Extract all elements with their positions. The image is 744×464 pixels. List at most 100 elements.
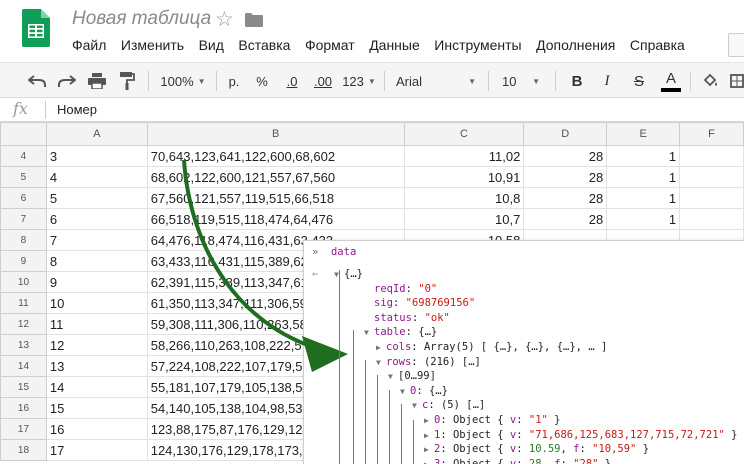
cell-d[interactable]: 28 — [523, 166, 608, 188]
cell-a[interactable]: 9 — [45, 271, 148, 293]
google-sheets-logo-icon[interactable] — [22, 9, 50, 47]
folder-icon[interactable] — [245, 13, 263, 27]
menu-item-4[interactable]: Формат — [305, 37, 355, 53]
cell-a[interactable]: 14 — [45, 376, 148, 398]
cell-c[interactable]: 10,7 — [403, 208, 525, 230]
row-header[interactable]: 15 — [0, 376, 47, 398]
cell-f[interactable] — [679, 187, 744, 209]
cell-c[interactable]: 10,8 — [403, 187, 525, 209]
column-header-d[interactable]: D — [523, 122, 608, 146]
cell-a[interactable]: 10 — [45, 292, 148, 314]
tree-node[interactable]: reqId: "0" — [364, 282, 437, 297]
row-header[interactable]: 17 — [0, 418, 47, 440]
menu-item-2[interactable]: Вид — [199, 37, 224, 53]
column-header-a[interactable]: A — [45, 122, 148, 146]
font-family-select[interactable]: Arial ▼ — [390, 63, 482, 99]
cell-d[interactable]: 28 — [523, 208, 608, 230]
print-icon[interactable] — [86, 63, 108, 99]
cell-a[interactable]: 3 — [45, 145, 148, 167]
currency-format-button[interactable]: р. — [223, 63, 245, 99]
column-header-c[interactable]: C — [403, 122, 525, 146]
tree-node[interactable]: ▶ 2: Object { v: 10.59, f: "10,59" } — [424, 442, 649, 458]
devtools-header[interactable]: » data — [312, 245, 356, 260]
cell-d[interactable]: 28 — [523, 145, 608, 167]
tree-toggle-icon[interactable]: ▼ — [388, 370, 398, 385]
cell-b[interactable]: 68,602,122,600,121,557,67,560 — [146, 166, 405, 188]
tree-node[interactable]: ▶ cols: Array(5) [ {…}, {…}, {…}, … ] — [376, 340, 607, 356]
cell-a[interactable]: 5 — [45, 187, 148, 209]
tree-toggle-icon[interactable]: ▶ — [424, 458, 434, 464]
row-header[interactable]: 16 — [0, 397, 47, 419]
tree-node[interactable]: ▼ c: (5) […] — [412, 398, 485, 414]
cell-e[interactable]: 1 — [606, 208, 681, 230]
row-header[interactable]: 5 — [0, 166, 47, 188]
bold-button[interactable]: B — [566, 63, 588, 99]
increase-decimal-button[interactable]: .00 — [309, 63, 337, 99]
cell-b[interactable]: 70,643,123,641,122,600,68,602 — [146, 145, 405, 167]
more-formats-button[interactable]: 123 ▼ — [339, 63, 379, 99]
select-all-corner[interactable] — [0, 122, 47, 146]
star-icon[interactable]: ☆ — [215, 7, 234, 32]
cell-b[interactable]: 67,560,121,557,119,515,66,518 — [146, 187, 405, 209]
menu-item-0[interactable]: Файл — [72, 37, 106, 53]
menu-item-7[interactable]: Дополнения — [536, 37, 615, 53]
row-header[interactable]: 6 — [0, 187, 47, 209]
row-header[interactable]: 8 — [0, 229, 47, 251]
cell-a[interactable]: 4 — [45, 166, 148, 188]
row-header[interactable]: 4 — [0, 145, 47, 167]
cell-b[interactable]: 66,518,119,515,118,474,64,476 — [146, 208, 405, 230]
row-header[interactable]: 11 — [0, 292, 47, 314]
cell-d[interactable]: 28 — [523, 187, 608, 209]
tree-node[interactable]: sig: "698769156" — [364, 296, 475, 311]
fill-color-icon[interactable] — [700, 63, 722, 99]
cell-a[interactable]: 11 — [45, 313, 148, 335]
row-header[interactable]: 9 — [0, 250, 47, 272]
tree-toggle-icon[interactable]: ▼ — [412, 399, 422, 414]
decrease-decimal-button[interactable]: .0 — [279, 63, 305, 99]
cell-f[interactable] — [679, 208, 744, 230]
cell-e[interactable]: 1 — [606, 166, 681, 188]
italic-button[interactable]: I — [596, 63, 618, 99]
redo-icon[interactable] — [56, 63, 78, 99]
formula-input[interactable]: Номер — [57, 102, 97, 117]
tree-node[interactable]: ▼ 0: {…} — [400, 384, 448, 400]
tree-toggle-icon[interactable]: ▶ — [424, 414, 434, 429]
row-header[interactable]: 13 — [0, 334, 47, 356]
cell-a[interactable]: 7 — [45, 229, 148, 251]
row-header[interactable]: 18 — [0, 439, 47, 461]
borders-icon[interactable] — [730, 63, 744, 99]
tree-toggle-icon[interactable]: ▼ — [376, 356, 386, 371]
row-header[interactable]: 14 — [0, 355, 47, 377]
tree-toggle-icon[interactable]: ▼ — [400, 385, 410, 400]
menu-item-3[interactable]: Вставка — [238, 37, 290, 53]
tree-node[interactable]: ▶ 1: Object { v: "71,686,125,683,127,715,… — [424, 428, 738, 444]
document-title[interactable]: Новая таблица — [72, 8, 211, 30]
tree-toggle-icon[interactable]: ▶ — [376, 341, 386, 356]
devtools-back-icon[interactable]: ← — [312, 267, 318, 282]
cell-a[interactable]: 13 — [45, 355, 148, 377]
tree-node[interactable]: ▼ rows: (216) […] — [376, 355, 481, 371]
cell-a[interactable]: 15 — [45, 397, 148, 419]
tree-node[interactable]: ▼ table: {…} — [364, 325, 437, 341]
column-header-f[interactable]: F — [679, 122, 744, 146]
zoom-select[interactable]: 100% ▼ — [155, 63, 211, 99]
tree-toggle-icon[interactable]: ▼ — [364, 326, 374, 341]
cell-f[interactable] — [679, 166, 744, 188]
menu-item-1[interactable]: Изменить — [121, 37, 184, 53]
tree-toggle-icon[interactable]: ▶ — [424, 443, 434, 458]
menu-item-5[interactable]: Данные — [369, 37, 420, 53]
undo-icon[interactable] — [26, 63, 48, 99]
percent-format-button[interactable]: % — [251, 63, 273, 99]
comments-button[interactable] — [728, 33, 744, 57]
cell-a[interactable]: 6 — [45, 208, 148, 230]
strikethrough-button[interactable]: S — [628, 63, 650, 99]
tree-node[interactable]: ▼ [0…99] — [388, 369, 436, 385]
tree-toggle-icon[interactable]: ▶ — [424, 429, 434, 444]
column-header-e[interactable]: E — [606, 122, 681, 146]
cell-f[interactable] — [679, 145, 744, 167]
cell-e[interactable]: 1 — [606, 187, 681, 209]
menu-item-6[interactable]: Инструменты — [434, 37, 521, 53]
cell-c[interactable]: 11,02 — [403, 145, 525, 167]
tree-node[interactable]: status: "ok" — [364, 311, 450, 326]
cell-a[interactable]: 8 — [45, 250, 148, 272]
